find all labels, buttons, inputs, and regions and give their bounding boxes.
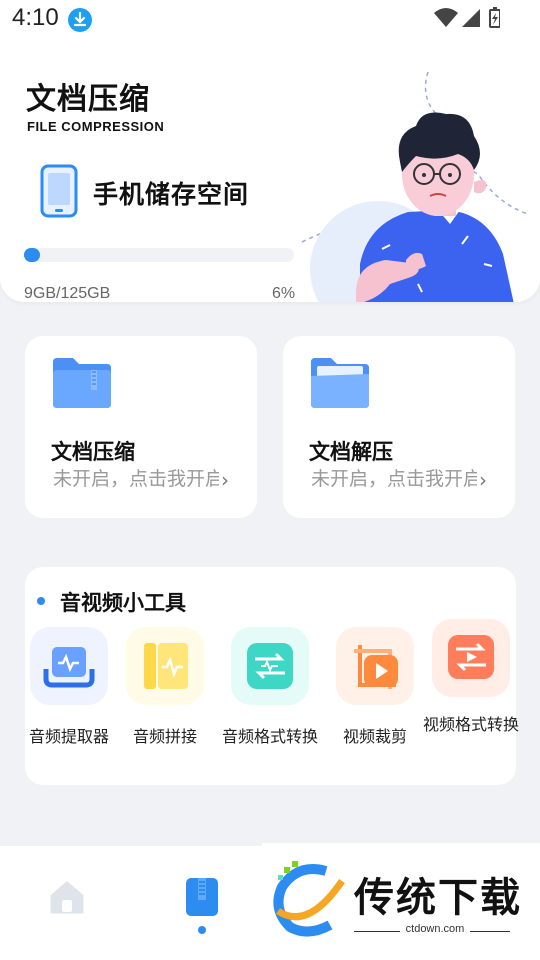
tool-audio-convert[interactable]: 音频格式转换	[222, 627, 318, 747]
person-illustration	[298, 64, 540, 302]
battery-icon	[489, 7, 501, 28]
chevron-right-icon: ›	[479, 468, 487, 492]
watermark-url: ctdown.com	[360, 923, 510, 935]
decompress-card[interactable]: 文档解压 未开启，点击我开启 ›	[283, 336, 515, 518]
audio-convert-icon	[231, 627, 309, 705]
page-subtitle: FILE COMPRESSION	[27, 119, 165, 134]
page-title: 文档压缩	[26, 82, 150, 117]
audio-extract-icon	[30, 627, 108, 705]
tools-section-title: 音视频小工具	[60, 591, 186, 615]
wifi-icon	[434, 8, 458, 27]
tool-label: 音频提取器	[28, 727, 109, 746]
decompress-status: 未开启，点击我开启	[311, 468, 477, 490]
storage-label: 手机储存空间	[93, 180, 250, 209]
zip-file-icon	[186, 878, 218, 916]
status-icons	[434, 7, 501, 33]
phone-icon	[40, 164, 78, 222]
open-folder-icon	[309, 354, 371, 416]
decompress-title: 文档解压	[309, 440, 393, 464]
watermark-logo-icon	[268, 857, 348, 941]
compress-title: 文档压缩	[51, 440, 135, 464]
tool-audio-merge[interactable]: 音频拼接	[117, 627, 213, 747]
nav-home[interactable]	[48, 878, 86, 920]
download-icon	[68, 8, 92, 32]
tool-label: 音频格式转换	[222, 727, 319, 746]
video-convert-icon	[432, 619, 510, 697]
storage-percent: 6%	[272, 285, 296, 302]
video-crop-icon	[336, 627, 414, 705]
status-bar: 4:10	[0, 0, 540, 40]
tool-label: 音频拼接	[132, 727, 197, 746]
section-bullet	[37, 597, 45, 605]
storage-header-card: 文档压缩 FILE COMPRESSION 手机储存空间 9GB/125GB 6…	[0, 40, 540, 302]
compress-card[interactable]: 文档压缩 未开启，点击我开启 ›	[25, 336, 257, 518]
zip-folder-icon	[51, 354, 113, 416]
av-tools-section: 音视频小工具 音频提取器 音频拼接 音频格式转换 视频裁剪 视频格式转换	[25, 567, 519, 785]
storage-amount: 9GB/125GB	[24, 285, 111, 302]
watermark-text: 传统下载	[354, 875, 522, 921]
tool-label: 视频裁剪	[342, 727, 407, 746]
watermark: 传统下载 ctdown.com	[262, 843, 540, 960]
status-time: 4:10	[12, 4, 59, 31]
tool-audio-extract[interactable]: 音频提取器	[21, 627, 117, 747]
compress-status: 未开启，点击我开启	[53, 468, 219, 490]
audio-merge-icon	[126, 627, 204, 705]
nav-compress[interactable]	[184, 876, 220, 922]
storage-progress-fill	[24, 248, 41, 262]
tool-video-convert[interactable]: 视频格式转换	[423, 619, 519, 735]
signal-icon	[462, 9, 480, 27]
tool-label: 视频格式转换	[423, 715, 520, 734]
chevron-right-icon: ›	[221, 468, 229, 492]
nav-active-indicator	[198, 926, 206, 934]
tool-video-crop[interactable]: 视频裁剪	[327, 627, 423, 747]
storage-progress-bar	[24, 248, 294, 262]
home-icon	[50, 881, 84, 914]
